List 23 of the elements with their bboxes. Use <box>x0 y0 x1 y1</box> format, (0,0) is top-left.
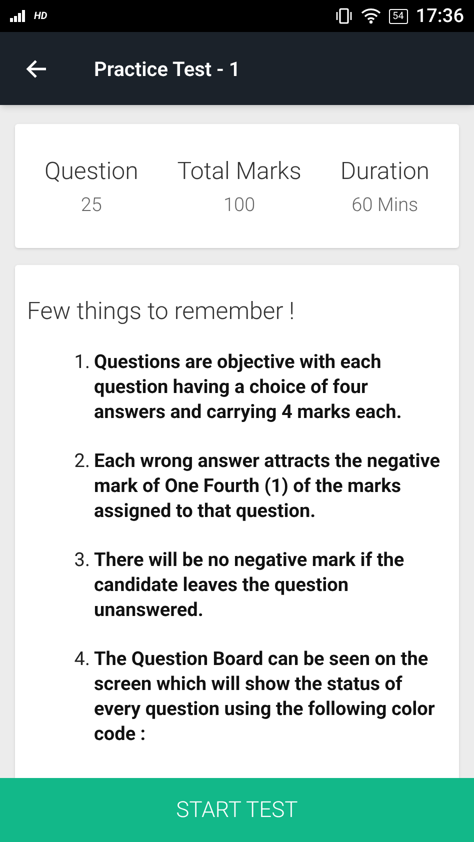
instructions-heading: Few things to remember ! <box>27 296 296 327</box>
item-number: 2. <box>73 448 91 474</box>
summary-label: Duration <box>340 156 430 187</box>
signal-icon <box>10 10 28 22</box>
summary-value: 60 Mins <box>352 192 418 218</box>
instruction-text: There will be no negative mark if the candidate leaves the question unanswered. <box>94 547 406 622</box>
summary-label: Question <box>44 156 138 187</box>
wifi-icon <box>360 8 381 24</box>
instruction-text: Each wrong answer attracts the negative mark of One Fourth (1) of the marks assigned to that question. <box>94 448 442 523</box>
vibrate-icon <box>334 7 353 25</box>
item-number: 3. <box>73 547 91 573</box>
summary-value: 100 <box>223 192 256 218</box>
start-test-button[interactable]: START TEST <box>0 778 474 842</box>
instruction-text: The Question Board can be seen on the screen which will show the status of every question using the following color code : <box>94 646 436 746</box>
clock-time: 17:36 <box>416 2 464 29</box>
battery-indicator: 54 <box>388 8 408 24</box>
summary-value: 25 <box>80 192 102 218</box>
summary-label: Total Marks <box>177 156 302 187</box>
item-number: 4. <box>73 646 91 672</box>
item-number: 1. <box>73 349 91 375</box>
instruction-text: Questions are objective with each question having a choice of four answers and carrying 4 marks each. <box>94 349 403 424</box>
screen-title: Practice Test - 1 <box>94 56 240 82</box>
network-type: HD <box>34 10 48 24</box>
